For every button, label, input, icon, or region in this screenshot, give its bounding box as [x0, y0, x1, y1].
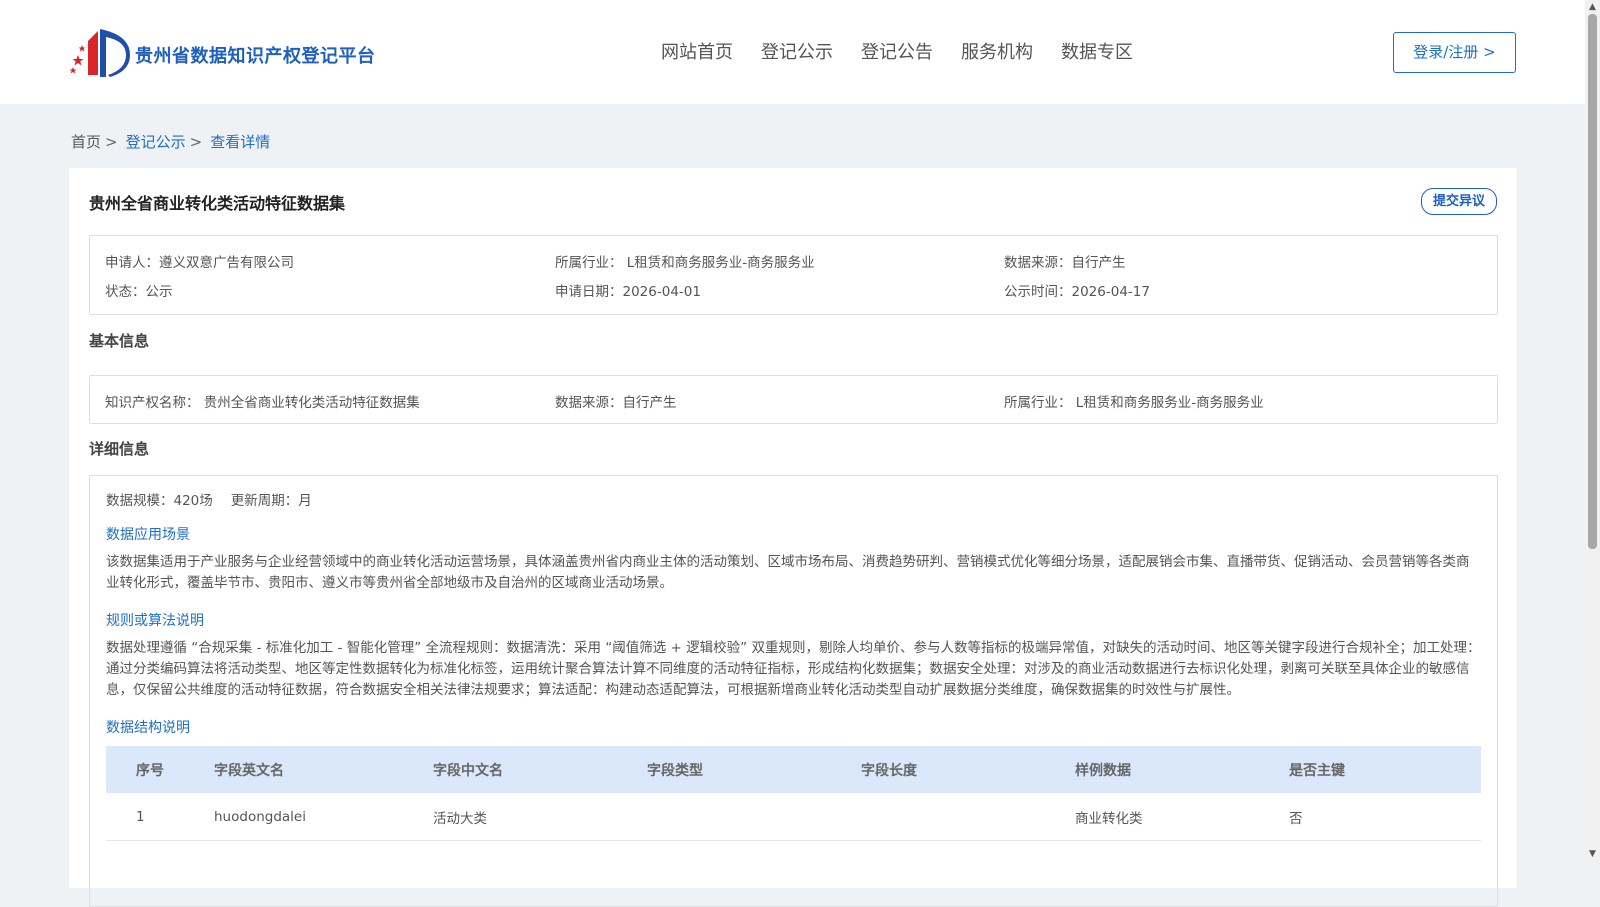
col-sample: 样例数据: [1075, 762, 1131, 779]
scenario-heading: 数据应用场景: [106, 527, 190, 543]
rules-text: 数据处理遵循 “合规采集 - 标准化加工 - 智能化管理” 全流程规则：数据清洗…: [106, 640, 1481, 698]
industry: 所属行业： L租赁和商务服务业-商务服务业: [555, 255, 815, 271]
status: 状态：公示: [105, 284, 173, 300]
scroll-thumb[interactable]: [1588, 14, 1597, 549]
publish-date: 公示时间：2026-04-17: [1004, 284, 1150, 300]
breadcrumb-separator: >: [105, 133, 118, 151]
basic-info-box: 知识产权名称： 贵州全省商业转化类活动特征数据集 数据来源：自行产生 所属行业：…: [89, 375, 1498, 424]
scenario-text: 该数据集适用于产业服务与企业经营领域中的商业转化活动运营场景，具体涵盖贵州省内商…: [106, 554, 1470, 591]
detail-card: 贵州全省商业转化类活动特征数据集 提交异议 申请人：遵义双意广告有限公司 所属行…: [69, 168, 1517, 907]
top-header: 贵州省数据知识产权登记平台 网站首页 登记公示 登记公告 服务机构 数据专区 登…: [0, 0, 1585, 104]
nav-publicity[interactable]: 登记公示: [761, 38, 833, 64]
cell-primary-key: 否: [1289, 810, 1303, 827]
basic-industry: 所属行业： L租赁和商务服务业-商务服务业: [1004, 395, 1264, 411]
col-field-en: 字段英文名: [214, 762, 284, 779]
rules-heading: 规则或算法说明: [106, 613, 204, 629]
update-cycle: 更新周期：月: [230, 493, 312, 509]
breadcrumb-current[interactable]: 查看详情: [210, 133, 270, 151]
login-register-button[interactable]: 登录/注册 >: [1393, 32, 1516, 73]
cell-sample: 商业转化类: [1075, 810, 1143, 827]
structure-heading: 数据结构说明: [106, 720, 190, 736]
nav-announcement[interactable]: 登记公告: [861, 38, 933, 64]
cell-field-cn: 活动大类: [433, 810, 487, 827]
data-scale: 数据规模：420场: [106, 493, 213, 509]
detail-info-heading: 详细信息: [89, 440, 150, 458]
col-field-length: 字段长度: [861, 762, 917, 779]
site-name[interactable]: 贵州省数据知识产权登记平台: [135, 42, 376, 68]
data-structure-table: 序号 字段英文名 字段中文名 字段类型 字段长度 样例数据 是否主键 1 huo…: [106, 746, 1481, 841]
page-scrollbar[interactable]: ▲ ▼: [1585, 0, 1600, 861]
col-index: 序号: [136, 762, 164, 779]
main-nav: 网站首页 登记公示 登记公告 服务机构 数据专区: [661, 38, 1161, 64]
nav-data-zone[interactable]: 数据专区: [1061, 38, 1133, 64]
basic-info-heading: 基本信息: [89, 332, 150, 350]
breadcrumb-home[interactable]: 首页: [71, 133, 101, 151]
nav-home[interactable]: 网站首页: [661, 38, 733, 64]
dataset-title: 贵州全省商业转化类活动特征数据集: [89, 194, 346, 213]
nav-service-org[interactable]: 服务机构: [961, 38, 1033, 64]
table-header: 序号 字段英文名 字段中文名 字段类型 字段长度 样例数据 是否主键: [106, 746, 1481, 793]
col-field-type: 字段类型: [647, 762, 703, 779]
cell-index: 1: [136, 808, 145, 825]
col-primary-key: 是否主键: [1289, 762, 1345, 779]
breadcrumb-publicity[interactable]: 登记公示: [126, 133, 186, 151]
submit-objection-button[interactable]: 提交异议: [1421, 188, 1497, 215]
applicant: 申请人：遵义双意广告有限公司: [105, 255, 294, 271]
data-source: 数据来源：自行产生: [1004, 255, 1126, 271]
table-row: 1 huodongdalei 活动大类 商业转化类 否: [106, 793, 1481, 841]
basic-data-source: 数据来源：自行产生: [555, 395, 677, 411]
breadcrumb: 首页 > 登记公示 > 查看详情: [71, 131, 270, 152]
ip-name: 知识产权名称： 贵州全省商业转化类活动特征数据集: [105, 395, 420, 411]
cell-field-en: huodongdalei: [214, 808, 306, 825]
detail-info-box: 数据规模：420场 更新周期：月 数据应用场景 该数据集适用于产业服务与企业经营领…: [89, 475, 1498, 907]
meta-info-box: 申请人：遵义双意广告有限公司 所属行业： L租赁和商务服务业-商务服务业 数据来…: [89, 235, 1498, 315]
scroll-down-icon[interactable]: ▼: [1585, 847, 1600, 861]
scale-line: 数据规模：420场 更新周期：月: [106, 489, 312, 509]
platform-logo-icon[interactable]: [70, 27, 130, 79]
apply-date: 申请日期：2026-04-01: [555, 284, 701, 300]
col-field-cn: 字段中文名: [433, 762, 503, 779]
scroll-up-icon[interactable]: ▲: [1585, 0, 1600, 14]
breadcrumb-separator: >: [189, 133, 203, 151]
